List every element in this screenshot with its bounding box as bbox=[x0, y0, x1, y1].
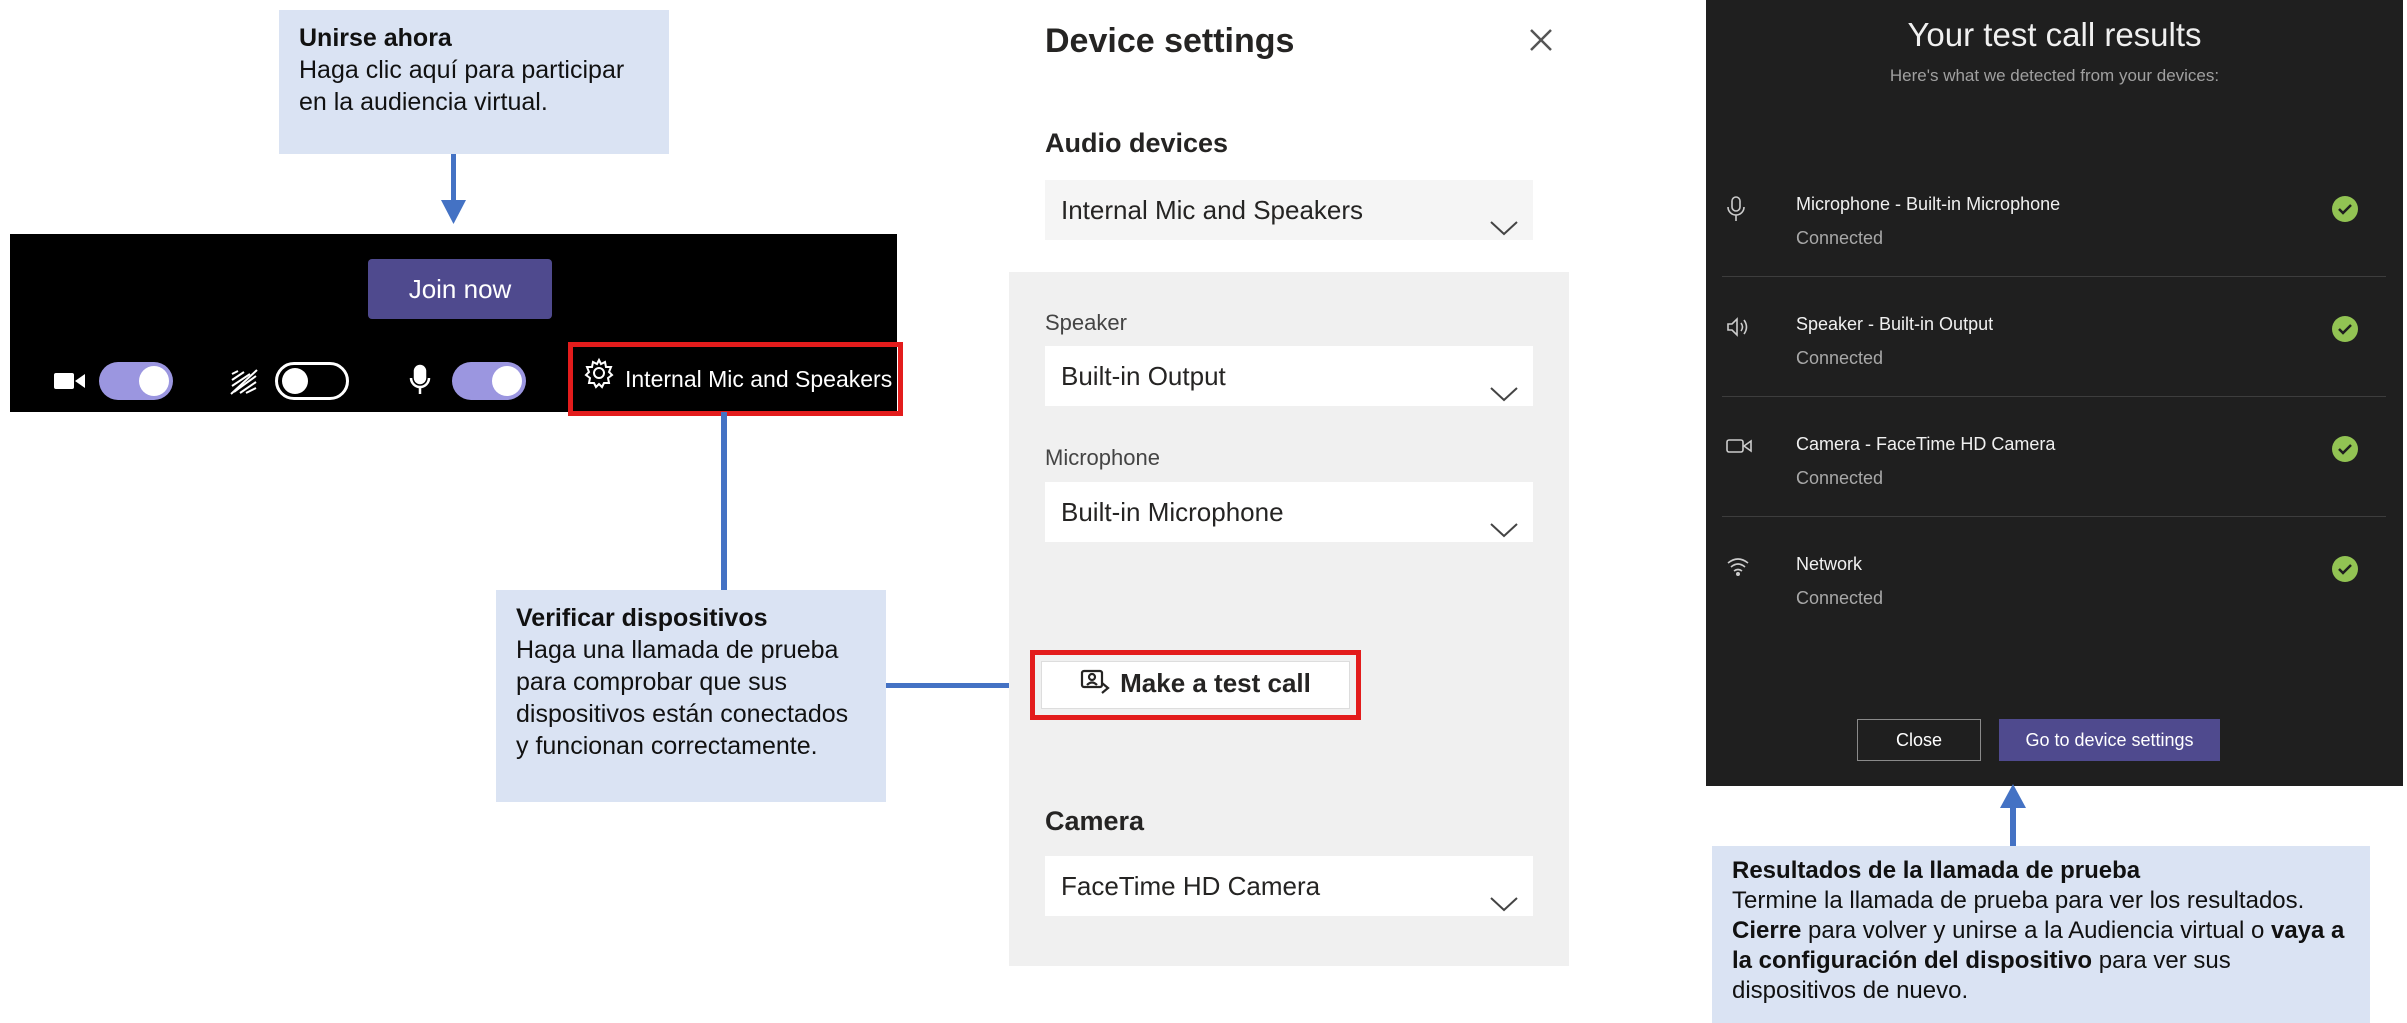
blur-background-icon[interactable] bbox=[229, 368, 259, 401]
result-row-camera: Camera - FaceTime HD Camera Connected bbox=[1706, 424, 2403, 544]
result-row-microphone: Microphone - Built-in Microphone Connect… bbox=[1706, 184, 2403, 304]
result-status: Connected bbox=[1796, 228, 1884, 248]
speaker-value: Built-in Output bbox=[1061, 361, 1226, 391]
camera-heading: Camera bbox=[1045, 806, 1145, 836]
gear-icon bbox=[583, 349, 615, 413]
verify-arrow-vertical bbox=[721, 412, 727, 592]
chevron-down-icon bbox=[1489, 364, 1519, 424]
chevron-down-icon bbox=[1489, 500, 1519, 560]
result-row-speaker: Speaker - Built-in Output Connected bbox=[1706, 304, 2403, 424]
microphone-label: Microphone bbox=[1045, 445, 1160, 470]
check-icon bbox=[2332, 316, 2358, 342]
verify-arrow-horizontal bbox=[886, 683, 1026, 688]
result-name: Camera - FaceTime HD Camera bbox=[1796, 434, 2056, 454]
microphone-toggle[interactable] bbox=[452, 362, 526, 400]
test-results-panel: Your test call results Here's what we de… bbox=[1706, 0, 2403, 786]
make-test-call-button[interactable]: Make a test call bbox=[1041, 661, 1350, 709]
result-status: Connected bbox=[1796, 348, 1884, 368]
go-to-device-settings-button[interactable]: Go to device settings bbox=[1999, 719, 2220, 761]
join-arrow bbox=[451, 154, 456, 204]
join-callout-body: Haga clic aquí para participar en la aud… bbox=[299, 56, 625, 116]
join-now-button[interactable]: Join now bbox=[368, 259, 552, 319]
device-settings-label: Internal Mic and Speakers bbox=[625, 366, 893, 392]
results-subtitle: Here's what we detected from your device… bbox=[1889, 66, 2220, 85]
device-settings-button[interactable]: Internal Mic and Speakers bbox=[568, 342, 903, 416]
device-settings-panel: Device settings Audio devices Internal M… bbox=[1009, 0, 1569, 966]
result-status: Connected bbox=[1796, 468, 1884, 488]
microphone-icon bbox=[1726, 196, 1746, 227]
check-icon bbox=[2332, 556, 2358, 582]
results-close-button[interactable]: Close bbox=[1857, 719, 1981, 761]
check-icon bbox=[2332, 436, 2358, 462]
results-callout-bold: Cierre bbox=[1732, 917, 1802, 944]
wifi-icon bbox=[1726, 556, 1750, 581]
results-arrow-head bbox=[2000, 784, 2026, 808]
join-bar: Join now Internal Mic and Speakers bbox=[10, 234, 903, 416]
result-name: Microphone - Built-in Microphone bbox=[1796, 194, 2061, 214]
results-callout-text: para volver y unirse a la Audiencia virt… bbox=[1801, 917, 2271, 944]
verify-callout-body: Haga una llamada de prueba para comproba… bbox=[516, 636, 849, 760]
chevron-down-icon bbox=[1489, 198, 1519, 258]
camera-value: FaceTime HD Camera bbox=[1061, 871, 1321, 901]
microphone-icon[interactable] bbox=[409, 364, 431, 401]
speaker-dropdown[interactable]: Built-in Output bbox=[1045, 346, 1533, 406]
results-callout-body: Termine la llamada de prueba para ver lo… bbox=[1732, 886, 2350, 1006]
verify-callout-title: Verificar dispositivos bbox=[516, 604, 768, 632]
result-name: Speaker - Built-in Output bbox=[1796, 314, 1994, 334]
join-callout: Unirse ahora Haga clic aquí para partici… bbox=[279, 10, 669, 154]
settings-title: Device settings bbox=[1045, 22, 1295, 60]
result-divider bbox=[1722, 516, 2386, 517]
results-callout-title: Resultados de la llamada de prueba bbox=[1732, 857, 2141, 884]
result-divider bbox=[1722, 396, 2386, 397]
audio-device-value: Internal Mic and Speakers bbox=[1061, 195, 1364, 225]
audio-device-dropdown[interactable]: Internal Mic and Speakers bbox=[1045, 180, 1533, 240]
audio-devices-heading: Audio devices bbox=[1045, 128, 1229, 158]
results-arrow bbox=[2010, 806, 2016, 850]
camera-icon bbox=[1726, 436, 1752, 461]
video-camera-icon[interactable] bbox=[54, 370, 86, 397]
background-effects-toggle[interactable] bbox=[275, 362, 349, 400]
camera-dropdown[interactable]: FaceTime HD Camera bbox=[1045, 856, 1533, 916]
results-callout-text: Termine la llamada de prueba para ver lo… bbox=[1732, 887, 2305, 914]
microphone-value: Built-in Microphone bbox=[1061, 497, 1284, 527]
result-divider bbox=[1722, 276, 2386, 277]
results-title: Your test call results bbox=[1907, 16, 2202, 53]
test-call-icon bbox=[1080, 669, 1110, 702]
chevron-down-icon bbox=[1489, 874, 1519, 934]
speaker-label: Speaker bbox=[1045, 310, 1127, 335]
result-status: Connected bbox=[1796, 588, 1884, 608]
make-test-call-label: Make a test call bbox=[1120, 668, 1311, 699]
speaker-icon bbox=[1726, 316, 1750, 343]
microphone-dropdown[interactable]: Built-in Microphone bbox=[1045, 482, 1533, 542]
verify-callout: Verificar dispositivos Haga una llamada … bbox=[496, 590, 886, 802]
check-icon bbox=[2332, 196, 2358, 222]
result-row-network: Network Connected bbox=[1706, 544, 2403, 664]
results-callout: Resultados de la llamada de prueba Termi… bbox=[1712, 846, 2370, 1023]
join-callout-title: Unirse ahora bbox=[299, 24, 452, 52]
close-icon[interactable] bbox=[1529, 22, 1553, 61]
join-arrow-head bbox=[441, 200, 466, 224]
result-name: Network bbox=[1796, 554, 1863, 574]
camera-toggle[interactable] bbox=[99, 362, 173, 400]
test-call-highlight: Make a test call bbox=[1030, 650, 1361, 720]
